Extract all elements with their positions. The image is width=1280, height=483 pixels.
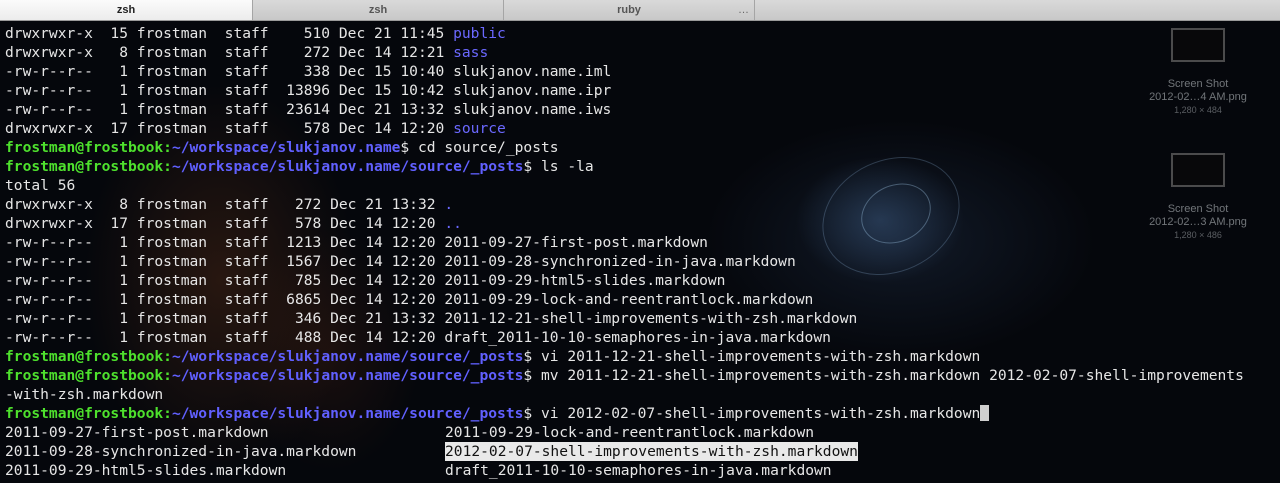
output-line: total 56	[5, 176, 1280, 195]
file-name: slukjanov.name.iml	[453, 63, 612, 80]
command-text: $ mv 2011-12-21-shell-improvements-with-…	[523, 367, 1244, 384]
prompt-separator: :	[163, 405, 172, 422]
file-meta: drwxrwxr-x 17 frostman staff 578 Dec 14 …	[5, 120, 454, 137]
command-text: $ ls -la	[523, 158, 594, 175]
prompt-separator: :	[163, 367, 172, 384]
terminal-output[interactable]: drwxrwxr-x 15 frostman staff 510 Dec 21 …	[5, 24, 1280, 480]
file-name: 2011-09-27-first-post.markdown	[444, 234, 708, 251]
prompt-separator: :	[163, 158, 172, 175]
completion-row: 2011-09-28-synchronized-in-java.markdown…	[5, 442, 1280, 461]
prompt-line: frostman@frostbook:~/workspace/slukjanov…	[5, 157, 1280, 176]
ls-entry-line: -rw-r--r-- 1 frostman staff 1567 Dec 14 …	[5, 252, 1280, 271]
prompt-line: frostman@frostbook:~/workspace/slukjanov…	[5, 347, 1280, 366]
prompt-path: ~/workspace/slukjanov.name/source/_posts	[171, 158, 524, 175]
file-meta: drwxrwxr-x 15 frostman staff 510 Dec 21 …	[5, 25, 454, 42]
completion-item[interactable]: 2011-09-29-lock-and-reentrantlock.markdo…	[445, 423, 814, 442]
completion-row: 2011-09-29-html5-slides.markdown draft_20…	[5, 461, 1280, 480]
ls-entry-line: -rw-r--r-- 1 frostman staff 6865 Dec 14 …	[5, 290, 1280, 309]
ls-entry-line: -rw-r--r-- 1 frostman staff 785 Dec 14 1…	[5, 271, 1280, 290]
file-name: draft_2011-10-10-semaphores-in-java.mark…	[444, 329, 831, 346]
file-meta: -rw-r--r-- 1 frostman staff 1213 Dec 14 …	[5, 234, 445, 251]
file-meta: -rw-r--r-- 1 frostman staff 13896 Dec 15…	[5, 82, 454, 99]
completion-item[interactable]: 2011-09-28-synchronized-in-java.markdown	[5, 443, 356, 460]
file-meta: -rw-r--r-- 1 frostman staff 346 Dec 21 1…	[5, 310, 445, 327]
completion-item[interactable]: 2011-09-27-first-post.markdown	[5, 424, 269, 441]
ls-entry-line: -rw-r--r-- 1 frostman staff 488 Dec 14 1…	[5, 328, 1280, 347]
completion-row: 2011-09-27-first-post.markdown 2011-09-29…	[5, 423, 1280, 442]
prompt-separator: :	[163, 139, 172, 156]
file-meta: drwxrwxr-x 8 frostman staff 272 Dec 21 1…	[5, 196, 445, 213]
command-text: $ vi 2012-02-07-shell-improvements-with-…	[523, 405, 981, 422]
tab-bar: zsh zsh ruby …	[0, 0, 1280, 21]
tab-zsh-2[interactable]: zsh	[253, 0, 504, 20]
output-text: total 56	[5, 177, 76, 194]
ls-entry-line: drwxrwxr-x 17 frostman staff 578 Dec 14 …	[5, 119, 1280, 138]
ls-entry-line: -rw-r--r-- 1 frostman staff 346 Dec 21 1…	[5, 309, 1280, 328]
prompt-path: ~/workspace/slukjanov.name/source/_posts	[171, 348, 524, 365]
directory-name: ..	[444, 215, 462, 232]
completion-item[interactable]: 2011-09-29-html5-slides.markdown	[5, 462, 286, 479]
prompt-user: frostman@frostbook	[5, 405, 164, 422]
completion-item[interactable]: draft_2011-10-10-semaphores-in-java.mark…	[445, 461, 832, 480]
prompt-user: frostman@frostbook	[5, 348, 164, 365]
directory-name: sass	[453, 44, 489, 61]
ls-entry-line: -rw-r--r-- 1 frostman staff 13896 Dec 15…	[5, 81, 1280, 100]
file-meta: -rw-r--r-- 1 frostman staff 338 Dec 15 1…	[5, 63, 454, 80]
file-meta: -rw-r--r-- 1 frostman staff 785 Dec 14 1…	[5, 272, 445, 289]
prompt-user: frostman@frostbook	[5, 139, 164, 156]
file-meta: -rw-r--r-- 1 frostman staff 488 Dec 14 1…	[5, 329, 445, 346]
prompt-separator: :	[163, 348, 172, 365]
completion-item-selected[interactable]: 2012-02-07-shell-improvements-with-zsh.m…	[445, 442, 858, 461]
prompt-line: frostman@frostbook:~/workspace/slukjanov…	[5, 138, 1280, 157]
file-name: 2011-09-28-synchronized-in-java.markdown	[444, 253, 796, 270]
tab-ruby[interactable]: ruby …	[504, 0, 755, 20]
ls-entry-line: drwxrwxr-x 15 frostman staff 510 Dec 21 …	[5, 24, 1280, 43]
prompt-user: frostman@frostbook	[5, 367, 164, 384]
tab-zsh-1[interactable]: zsh	[0, 0, 253, 20]
directory-name: source	[453, 120, 506, 137]
prompt-line: frostman@frostbook:~/workspace/slukjanov…	[5, 404, 1280, 423]
file-name: 2011-09-29-html5-slides.markdown	[444, 272, 726, 289]
file-name: slukjanov.name.ipr	[453, 82, 612, 99]
prompt-user: frostman@frostbook	[5, 158, 164, 175]
tab-bar-empty-area	[755, 0, 1280, 20]
output-line: -with-zsh.markdown	[5, 385, 1280, 404]
file-name: slukjanov.name.iws	[453, 101, 612, 118]
tab-label: zsh	[368, 4, 388, 16]
text-cursor	[980, 405, 990, 421]
directory-name: public	[453, 25, 506, 42]
command-text: $ cd source/_posts	[400, 139, 559, 156]
ls-entry-line: -rw-r--r-- 1 frostman staff 23614 Dec 21…	[5, 100, 1280, 119]
ls-entry-line: drwxrwxr-x 8 frostman staff 272 Dec 14 1…	[5, 43, 1280, 62]
ls-entry-line: drwxrwxr-x 17 frostman staff 578 Dec 14 …	[5, 214, 1280, 233]
prompt-path: ~/workspace/slukjanov.name	[171, 139, 401, 156]
ls-entry-line: -rw-r--r-- 1 frostman staff 1213 Dec 14 …	[5, 233, 1280, 252]
prompt-path: ~/workspace/slukjanov.name/source/_posts	[171, 367, 524, 384]
file-meta: -rw-r--r-- 1 frostman staff 1567 Dec 14 …	[5, 253, 445, 270]
tab-overflow-icon: …	[738, 4, 749, 16]
tab-label: ruby	[617, 4, 641, 16]
prompt-path: ~/workspace/slukjanov.name/source/_posts	[171, 405, 524, 422]
file-meta: drwxrwxr-x 17 frostman staff 578 Dec 14 …	[5, 215, 445, 232]
command-text: $ vi 2011-12-21-shell-improvements-with-…	[523, 348, 981, 365]
ls-entry-line: -rw-r--r-- 1 frostman staff 338 Dec 15 1…	[5, 62, 1280, 81]
file-meta: -rw-r--r-- 1 frostman staff 23614 Dec 21…	[5, 101, 454, 118]
file-name: 2011-09-29-lock-and-reentrantlock.markdo…	[444, 291, 814, 308]
output-text: -with-zsh.markdown	[5, 386, 164, 403]
ls-entry-line: drwxrwxr-x 8 frostman staff 272 Dec 21 1…	[5, 195, 1280, 214]
file-name: 2011-12-21-shell-improvements-with-zsh.m…	[444, 310, 858, 327]
file-meta: -rw-r--r-- 1 frostman staff 6865 Dec 14 …	[5, 291, 445, 308]
prompt-line: frostman@frostbook:~/workspace/slukjanov…	[5, 366, 1280, 385]
directory-name: .	[444, 196, 454, 213]
tab-label: zsh	[116, 4, 136, 16]
file-meta: drwxrwxr-x 8 frostman staff 272 Dec 14 1…	[5, 44, 454, 61]
